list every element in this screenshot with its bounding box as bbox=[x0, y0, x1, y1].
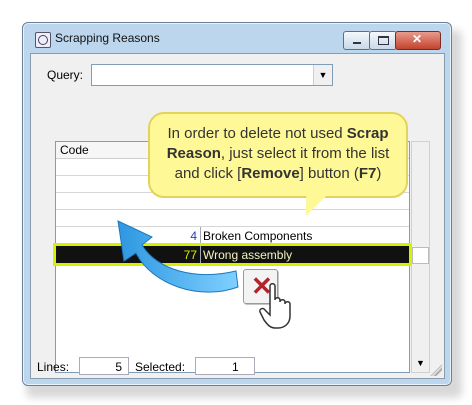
query-combo[interactable]: ▼ bbox=[91, 64, 333, 86]
lines-label: Lines: bbox=[37, 360, 70, 374]
grid-line bbox=[56, 209, 409, 210]
close-button[interactable] bbox=[395, 31, 441, 50]
selected-count: 1 bbox=[195, 357, 255, 375]
column-header-code[interactable]: Code bbox=[60, 143, 89, 157]
window-title: Scrapping Reasons bbox=[55, 31, 160, 45]
chevron-down-icon[interactable]: ▼ bbox=[313, 65, 332, 85]
instruction-callout: In order to delete not used Scrap Reason… bbox=[148, 112, 408, 198]
lines-count: 5 bbox=[79, 357, 129, 375]
callout-text-4: ) bbox=[376, 165, 382, 182]
callout-bold-3: F7 bbox=[358, 165, 377, 182]
selected-label: Selected: bbox=[135, 360, 186, 374]
resize-grip-icon[interactable] bbox=[430, 364, 442, 376]
maximize-button[interactable] bbox=[369, 31, 397, 50]
callout-text-3: ] button ( bbox=[299, 165, 359, 182]
callout-text-1: In order to delete not used bbox=[167, 125, 347, 142]
minimize-button[interactable] bbox=[343, 31, 371, 50]
callout-bold-2: Remove bbox=[241, 165, 300, 182]
scrapping-reasons-window: Scrapping Reasons Query: ▼ Code 4 Broken… bbox=[22, 22, 452, 386]
status-bar: Lines: 5 Selected: 1 bbox=[31, 354, 444, 378]
hand-pointer-icon bbox=[259, 283, 291, 329]
query-label: Query: bbox=[47, 68, 84, 82]
vertical-scrollbar[interactable]: ▼ bbox=[411, 141, 430, 373]
scrollbar-thumb[interactable] bbox=[412, 247, 429, 264]
app-icon bbox=[35, 32, 51, 48]
title-bar[interactable]: Scrapping Reasons bbox=[23, 23, 451, 50]
